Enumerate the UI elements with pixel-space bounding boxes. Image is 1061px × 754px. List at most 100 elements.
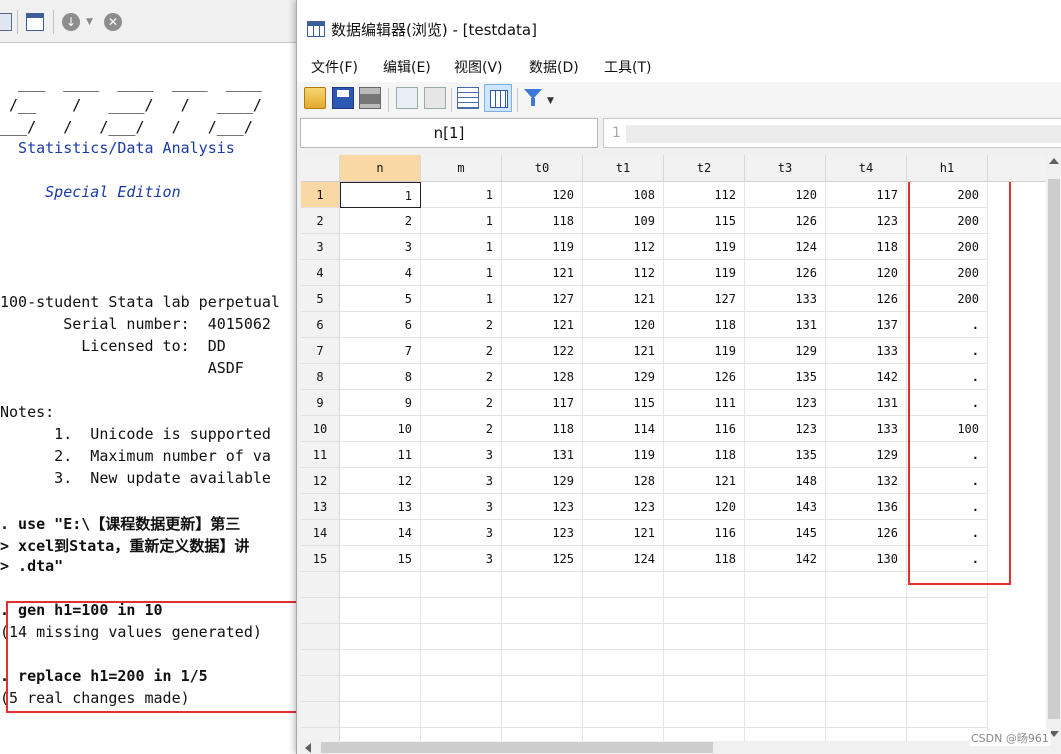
- data-cell[interactable]: 131: [826, 390, 907, 416]
- data-cell[interactable]: 123: [745, 416, 826, 442]
- empty-cell[interactable]: [583, 702, 664, 728]
- paste-icon[interactable]: [424, 87, 446, 109]
- data-cell[interactable]: 6: [340, 312, 421, 338]
- empty-cell[interactable]: [421, 598, 502, 624]
- data-cell[interactable]: 124: [583, 546, 664, 572]
- data-cell[interactable]: 145: [745, 520, 826, 546]
- row-header[interactable]: 15: [301, 546, 340, 572]
- data-cell[interactable]: 114: [583, 416, 664, 442]
- data-cell[interactable]: 118: [664, 442, 745, 468]
- data-cell[interactable]: 119: [664, 260, 745, 286]
- data-cell[interactable]: 142: [826, 364, 907, 390]
- row-header[interactable]: 14: [301, 520, 340, 546]
- data-cell[interactable]: 3: [421, 468, 502, 494]
- column-header-n[interactable]: n: [340, 155, 421, 182]
- column-header-t4[interactable]: t4: [826, 155, 907, 182]
- cell-value-field[interactable]: 1: [603, 118, 1061, 148]
- data-cell[interactable]: 120: [826, 260, 907, 286]
- empty-cell[interactable]: [583, 624, 664, 650]
- column-header-h1[interactable]: h1: [907, 155, 988, 182]
- data-cell[interactable]: 133: [745, 286, 826, 312]
- empty-cell[interactable]: [664, 572, 745, 598]
- data-cell[interactable]: 116: [664, 520, 745, 546]
- browse-mode-icon[interactable]: [484, 84, 512, 112]
- vertical-scrollbar[interactable]: [1046, 155, 1061, 741]
- data-cell[interactable]: 2: [421, 312, 502, 338]
- data-cell[interactable]: 120: [502, 182, 583, 208]
- data-cell[interactable]: 142: [745, 546, 826, 572]
- data-cell[interactable]: 13: [340, 494, 421, 520]
- empty-cell[interactable]: [907, 598, 988, 624]
- empty-cell[interactable]: [745, 702, 826, 728]
- chevron-down-icon[interactable]: ▼: [86, 15, 96, 29]
- data-cell[interactable]: 5: [340, 286, 421, 312]
- empty-cell[interactable]: [826, 728, 907, 741]
- data-cell[interactable]: 11: [340, 442, 421, 468]
- horizontal-scroll-thumb[interactable]: [321, 742, 713, 753]
- empty-cell[interactable]: [340, 676, 421, 702]
- row-header[interactable]: 11: [301, 442, 340, 468]
- data-cell[interactable]: 121: [664, 468, 745, 494]
- empty-cell[interactable]: [745, 728, 826, 741]
- data-cell[interactable]: 1: [421, 234, 502, 260]
- empty-cell[interactable]: [907, 650, 988, 676]
- data-cell[interactable]: 120: [583, 312, 664, 338]
- data-cell[interactable]: 127: [502, 286, 583, 312]
- empty-cell[interactable]: [745, 598, 826, 624]
- data-cell[interactable]: 122: [502, 338, 583, 364]
- data-cell[interactable]: 117: [502, 390, 583, 416]
- print-icon[interactable]: [359, 87, 381, 109]
- row-header[interactable]: 1: [301, 182, 340, 208]
- chevron-down-icon[interactable]: ▼: [547, 96, 554, 106]
- data-cell[interactable]: 119: [583, 442, 664, 468]
- empty-cell[interactable]: [826, 572, 907, 598]
- data-cell[interactable]: 2: [421, 416, 502, 442]
- menu-file[interactable]: 文件(F): [311, 57, 358, 77]
- data-cell[interactable]: 121: [502, 312, 583, 338]
- row-header[interactable]: 8: [301, 364, 340, 390]
- data-cell[interactable]: 1: [421, 260, 502, 286]
- open-folder-icon[interactable]: [304, 87, 326, 109]
- data-cell[interactable]: 12: [340, 468, 421, 494]
- data-cell[interactable]: 115: [664, 208, 745, 234]
- column-header-t1[interactable]: t1: [583, 155, 664, 182]
- data-cell[interactable]: 127: [664, 286, 745, 312]
- data-cell[interactable]: 126: [745, 208, 826, 234]
- data-cell[interactable]: 143: [745, 494, 826, 520]
- empty-cell[interactable]: [421, 728, 502, 741]
- copy-icon[interactable]: [396, 87, 418, 109]
- empty-cell[interactable]: [502, 676, 583, 702]
- data-cell[interactable]: 123: [745, 390, 826, 416]
- data-cell[interactable]: 129: [826, 442, 907, 468]
- scroll-up-arrow[interactable]: [1049, 158, 1059, 164]
- data-cell[interactable]: 129: [502, 468, 583, 494]
- data-cell[interactable]: 126: [664, 364, 745, 390]
- data-cell[interactable]: 109: [583, 208, 664, 234]
- data-cell[interactable]: 108: [583, 182, 664, 208]
- empty-cell[interactable]: [421, 702, 502, 728]
- data-cell[interactable]: 118: [502, 416, 583, 442]
- row-header[interactable]: 6: [301, 312, 340, 338]
- empty-cell[interactable]: [745, 624, 826, 650]
- empty-cell[interactable]: [664, 650, 745, 676]
- data-cell[interactable]: 3: [421, 442, 502, 468]
- data-cell[interactable]: 126: [826, 286, 907, 312]
- data-cell[interactable]: 7: [340, 338, 421, 364]
- data-cell[interactable]: 118: [664, 546, 745, 572]
- data-cell[interactable]: 1: [421, 208, 502, 234]
- empty-cell[interactable]: [502, 650, 583, 676]
- row-header[interactable]: 7: [301, 338, 340, 364]
- row-header[interactable]: 9: [301, 390, 340, 416]
- data-cell[interactable]: 137: [826, 312, 907, 338]
- empty-cell[interactable]: [826, 624, 907, 650]
- title-bar[interactable]: 数据编辑器(浏览) - [testdata]: [297, 0, 1061, 50]
- data-cell[interactable]: 133: [826, 416, 907, 442]
- data-cell[interactable]: 124: [745, 234, 826, 260]
- row-header[interactable]: 13: [301, 494, 340, 520]
- save-icon[interactable]: [332, 87, 354, 109]
- data-cell[interactable]: 9: [340, 390, 421, 416]
- empty-cell[interactable]: [583, 598, 664, 624]
- empty-cell[interactable]: [907, 624, 988, 650]
- data-cell[interactable]: 129: [583, 364, 664, 390]
- empty-cell[interactable]: [502, 598, 583, 624]
